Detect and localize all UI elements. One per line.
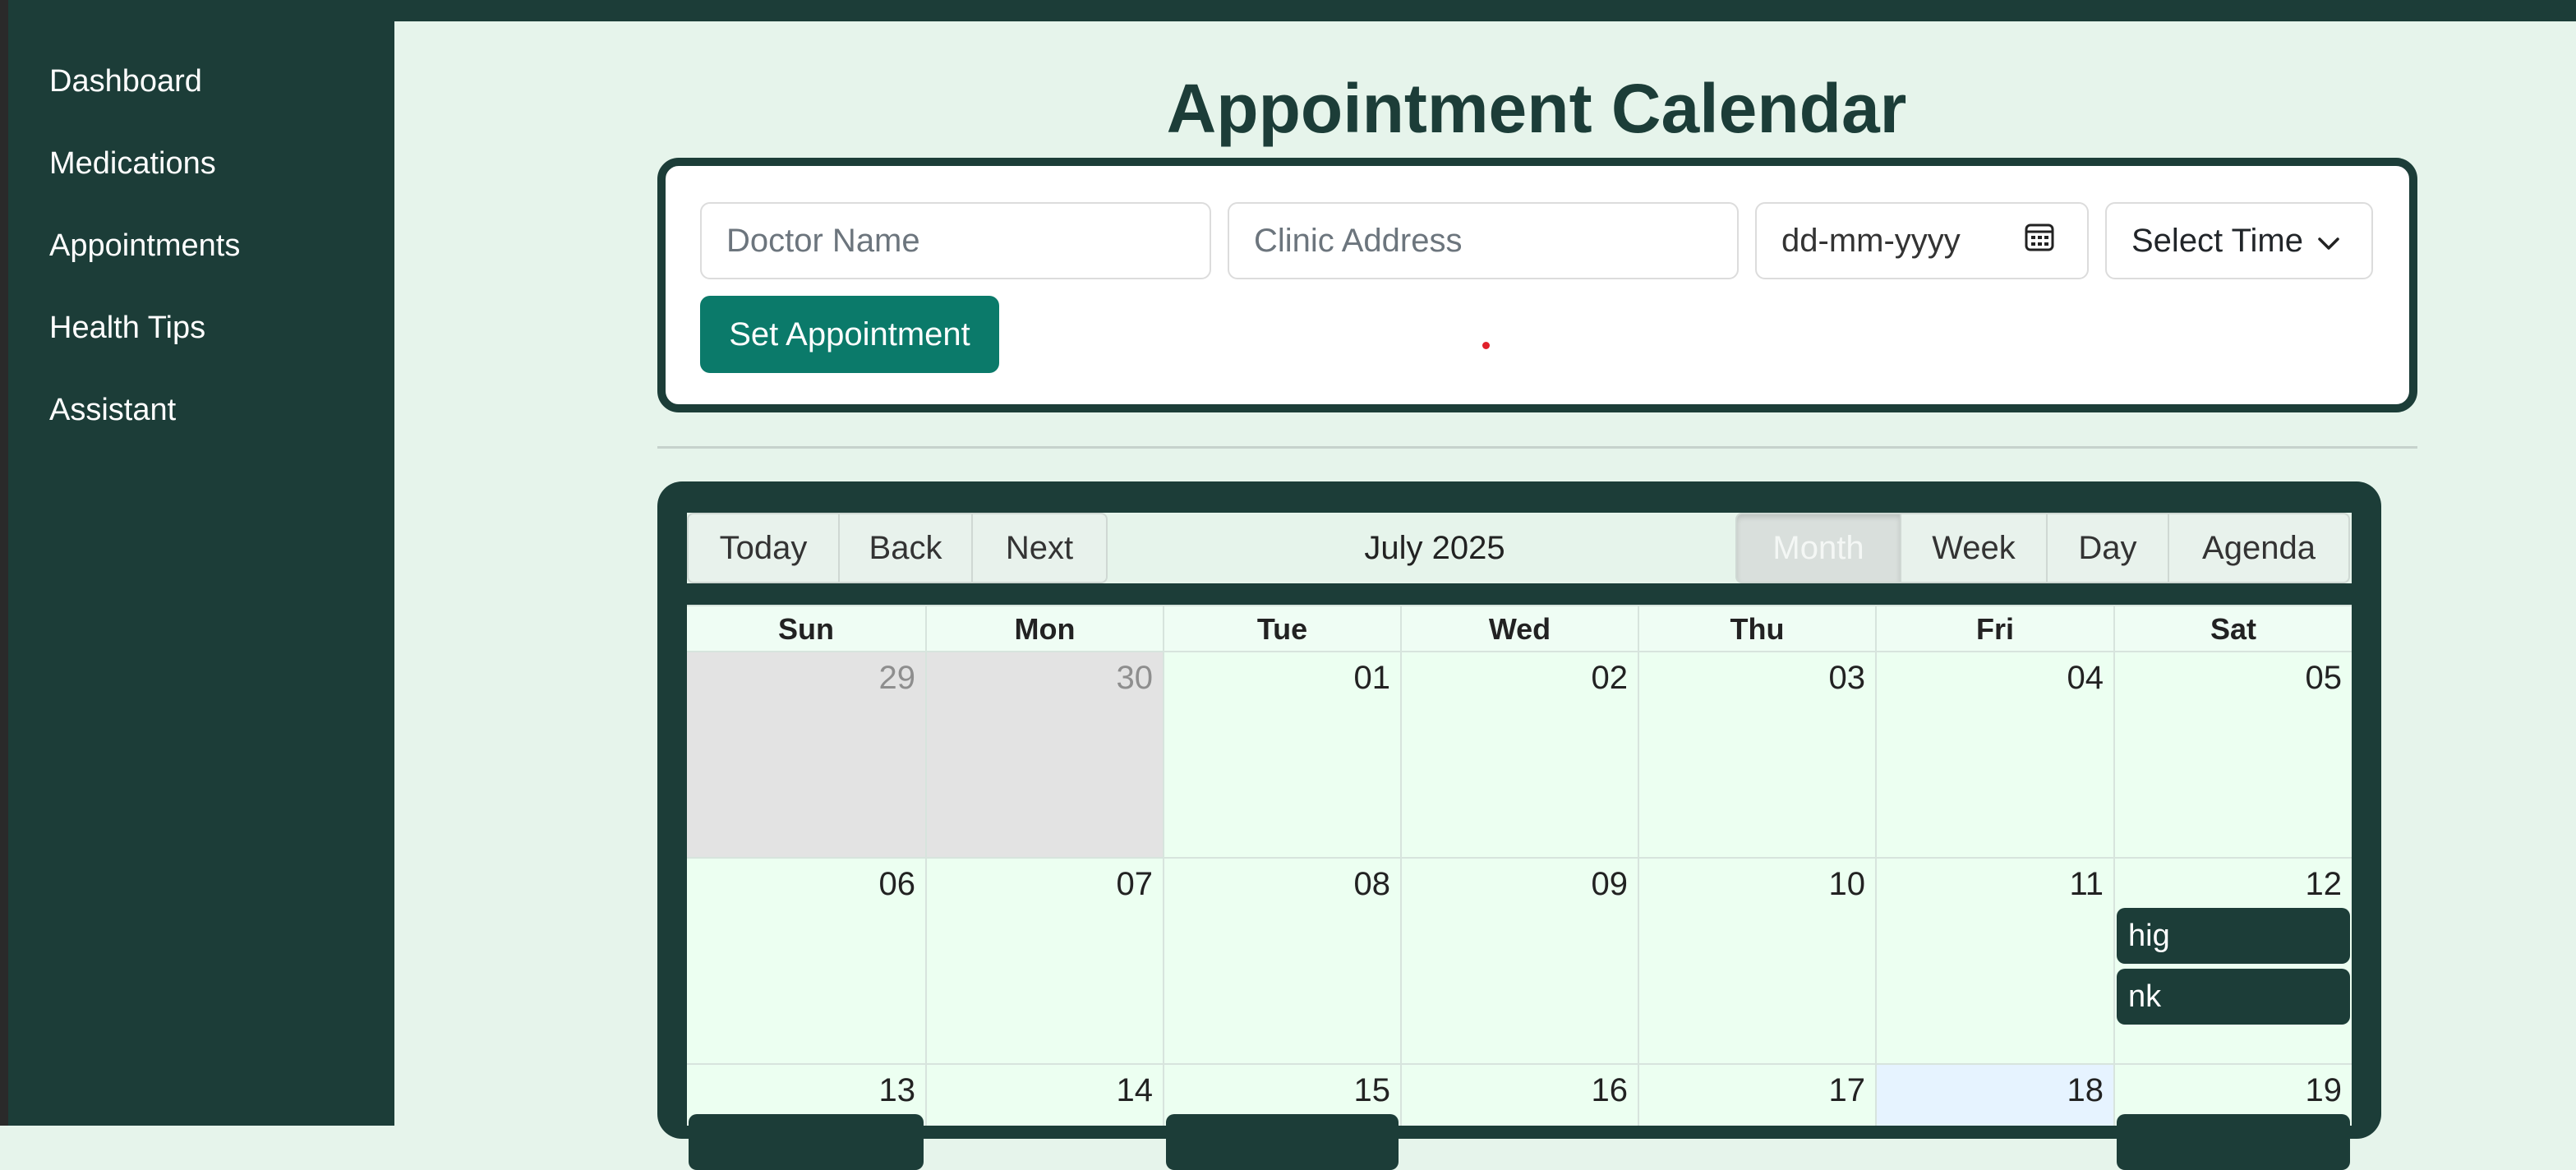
weekday-header-thu: Thu [1638,606,1875,651]
day-number: 17 [1828,1072,1866,1108]
day-cell[interactable]: 09 [1400,857,1638,1063]
day-cell[interactable]: 08 [1163,857,1400,1063]
day-cell[interactable]: 30 [925,651,1163,857]
view-day-button[interactable]: Day [2046,513,2169,583]
calendar-toolbar: July 2025 Today Back Next Month Week Day… [687,513,2352,583]
divider [657,446,2417,449]
sidebar-item-dashboard[interactable]: Dashboard [49,61,202,102]
day-number: 18 [2067,1072,2104,1108]
day-cell[interactable]: 13 [687,1063,925,1170]
next-button[interactable]: Next [971,513,1108,583]
day-cell[interactable]: 03 [1638,651,1875,857]
chevron-down-icon [2317,223,2340,260]
page-title: Appointment Calendar [1166,70,1907,147]
day-number: 30 [1116,660,1154,696]
day-cell[interactable]: 16 [1400,1063,1638,1126]
set-appointment-button[interactable]: Set Appointment [700,296,999,373]
doctor-name-input[interactable] [700,202,1211,279]
appointment-form: dd-mm-yyyy Select Time Set Appointment [657,158,2417,412]
weekday-header-tue: Tue [1163,606,1400,651]
sidebar-item-appointments[interactable]: Appointments [49,225,240,266]
day-number: 16 [1591,1072,1629,1108]
weekday-header: Sun Mon Tue Wed Thu Fri Sat [687,605,2352,651]
view-month-button[interactable]: Month [1735,513,1901,583]
sidebar-item-medications[interactable]: Medications [49,143,216,184]
today-button[interactable]: Today [687,513,840,583]
day-cell-today[interactable]: 18 [1875,1063,2113,1126]
day-cell[interactable]: 02 [1400,651,1638,857]
day-cell[interactable]: 12 hig nk [2113,857,2352,1063]
day-cell[interactable]: 19 [2113,1063,2352,1170]
day-cell[interactable]: 04 [1875,651,2113,857]
view-agenda-button[interactable]: Agenda [2168,513,2350,583]
weekday-header-wed: Wed [1400,606,1638,651]
view-week-button[interactable]: Week [1900,513,2048,583]
day-number: 14 [1116,1072,1154,1108]
day-cell[interactable]: 01 [1163,651,1400,857]
day-cell[interactable]: 07 [925,857,1163,1063]
day-number: 04 [2067,660,2104,696]
day-cell[interactable]: 05 [2113,651,2352,857]
time-select[interactable]: Select Time [2105,202,2373,279]
sidebar-item-assistant[interactable]: Assistant [49,389,176,431]
sidebar-item-health-tips[interactable]: Health Tips [49,307,205,348]
sidebar: Dashboard Medications Appointments Healt… [0,0,394,1126]
day-number: 12 [2305,866,2343,902]
day-number: 06 [878,866,916,902]
day-cell[interactable]: 14 [925,1063,1163,1126]
day-number: 03 [1828,660,1866,696]
day-number: 07 [1116,866,1154,902]
time-select-value: Select Time [2131,222,2303,259]
calendar-icon[interactable] [2025,221,2054,260]
day-cell[interactable]: 11 [1875,857,2113,1063]
day-number: 19 [2305,1072,2343,1108]
day-number: 13 [878,1072,916,1108]
weekday-header-mon: Mon [925,606,1163,651]
date-input-placeholder: dd-mm-yyyy [1781,222,1961,259]
day-number: 08 [1353,866,1391,902]
day-number: 11 [2069,866,2104,902]
day-cell[interactable]: 10 [1638,857,1875,1063]
day-number: 09 [1591,866,1629,902]
cursor-dot [1482,342,1490,349]
date-input[interactable]: dd-mm-yyyy [1755,202,2089,279]
day-number: 10 [1828,866,1866,902]
clinic-address-input[interactable] [1228,202,1739,279]
weekday-header-fri: Fri [1875,606,2113,651]
event[interactable] [2117,1114,2350,1170]
day-number: 05 [2305,660,2343,696]
day-cell[interactable]: 15 [1163,1063,1400,1170]
day-cell[interactable]: 29 [687,651,925,857]
day-number: 29 [878,660,916,696]
event[interactable] [689,1114,924,1170]
day-number: 15 [1353,1072,1391,1108]
day-cell[interactable]: 06 [687,857,925,1063]
day-number: 01 [1353,660,1391,696]
day-number: 02 [1591,660,1629,696]
weekday-header-sun: Sun [778,612,834,646]
day-cell[interactable]: 17 [1638,1063,1875,1126]
weekday-header-sat: Sat [2113,606,2352,651]
sidebar-edge [0,0,8,1126]
event-hig[interactable]: hig [2117,908,2350,964]
event[interactable] [1166,1114,1399,1170]
event-nk[interactable]: nk [2117,969,2350,1025]
back-button[interactable]: Back [838,513,973,583]
